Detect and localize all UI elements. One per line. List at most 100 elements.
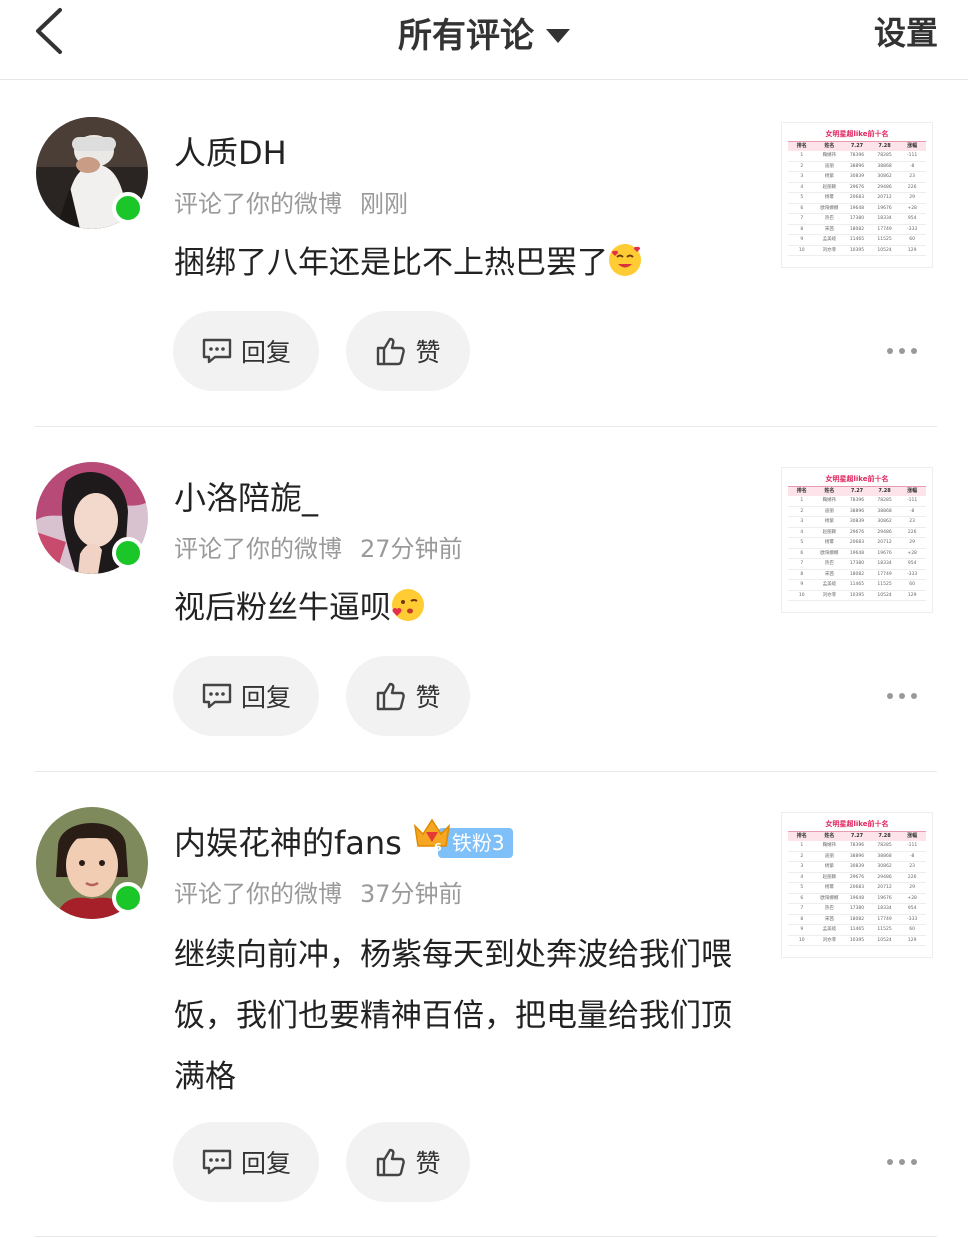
thumbnail-column-header: 7.27 [850,488,864,494]
thumbnail-table-cell: 226 [907,529,917,535]
thumbnail-table-cell: 10395 [849,592,865,598]
thumbnail-table-cell: 11525 [877,927,892,932]
weibo-thumbnail[interactable]: 女明星超like前十名 排名 姓名 7.27 7.28 涨幅 1 鞠婧祎 78396 78285-… [781,122,933,268]
reply-button[interactable]: 回复 [173,311,319,391]
thumbnail-table-cell: 10 [798,592,805,598]
thumbnail-table-header: 排名 姓名 7.27 7.28 涨幅 [788,487,926,496]
thumbnail-table-cell: 23 [909,519,916,524]
thumbnail-table-cell: -111 [907,153,918,158]
thumbnail-column-header: 涨幅 [907,488,918,494]
thumbnail-table-cell: 10 [798,247,805,253]
thumbnail-table-cell: 18334 [877,216,892,221]
thumbnail-table-cell: 20683 [849,885,865,890]
thumbnail-table-cell: +28 [907,550,917,556]
thumbnail-table-cell: 2 [800,508,804,514]
thumbnail-table-cell: 11525 [877,582,892,587]
thumbnail-table-cell: 5 [800,540,804,545]
page-title: 所有评论 [398,16,534,56]
thumbnail-column-header: 姓名 [824,488,835,494]
like-button[interactable]: 赞 [346,1122,470,1202]
reply-button-label: 回复 [240,683,291,712]
thumbnail-table-cell: 60 [909,582,916,587]
thumbnail-table-cell: 30839 [849,519,865,524]
top-nav-bar: 所有评论 设置 [0,0,968,80]
thumbnail-table-cell: 38896 [849,853,865,859]
thumbnail-table-row: 3 杨紫 30839 30862 23 [788,862,926,873]
thumbnail-table-cell: 23 [909,174,916,179]
thumbnail-table-row: 8 宋茜 18082 17749 -333 [788,915,926,925]
reply-button[interactable]: 回复 [173,656,319,736]
more-options-button[interactable] [880,341,924,361]
reply-button[interactable]: 回复 [173,1122,319,1202]
thumbnail-table-cell: 赵丽颖 [822,874,837,880]
thumbnail-table-row: 5 杨幂 20683 20712 29 [788,883,926,894]
thumbnail-table-cell: 18082 [849,226,865,232]
settings-button[interactable]: 设置 [874,8,938,54]
comment-meta: 评论了你的微博 27分钟前 [174,529,463,564]
thumbnail-table-cell: 孟美岐 [822,582,837,587]
thumbnail-table-row: 1 鞠婧祎 78396 78285 -111 [788,841,926,852]
reply-button-label: 回复 [240,1149,291,1178]
thumbnail-table-cell: 迪丽 [824,508,834,514]
thumbnail-table-cell: 129 [907,247,917,253]
thumbs-up-icon [377,337,406,366]
thumbnail-table-cell: 4 [800,184,804,190]
thumbnail-table-header: 排名 姓名 7.27 7.28 涨幅 [788,142,926,151]
thumbnail-column-header: 涨幅 [907,143,918,149]
thumbnail-table-row: 3 杨紫 30839 30862 23 [788,172,926,183]
thumbnail-table-cell: 宋茜 [824,226,834,232]
thumbnail-table-cell: 11465 [849,927,865,932]
thumbnail-table-cell: 30862 [877,864,892,869]
more-options-button[interactable] [880,686,924,706]
thumbnail-table-cell: 20712 [877,885,892,890]
thumbnail-table-cell: 29676 [849,184,865,190]
thumbnail-table-cell: 29676 [849,874,865,880]
thumbnail-table-cell: 5 [800,195,804,200]
reply-button-label: 回复 [240,338,291,367]
like-button[interactable]: 赞 [346,311,470,391]
more-options-button[interactable] [880,1152,924,1172]
like-button[interactable]: 赞 [346,656,470,736]
thumbnail-table-cell: 3 [800,174,804,179]
thumbnail-table-row: 10 刘亦菲 10395 10524 129 [788,246,926,256]
thumbnail-table-cell: -333 [907,916,918,922]
thumbnail-column-header: 7.27 [850,833,864,839]
thumbs-up-icon [377,1148,406,1177]
thumbnail-table-cell: 鞠婧祎 [822,498,837,503]
thumbnail-table-cell: 10395 [849,937,865,943]
dropdown-triangle-icon [546,29,570,43]
smiling-face-with-hearts-emoji-icon [608,237,642,276]
weibo-thumbnail[interactable]: 女明星超like前十名 排名 姓名 7.27 7.28 涨幅 1 鞠婧祎 78396 78285-… [781,467,933,613]
thumbnail-table-cell: 刘亦菲 [822,592,837,598]
thumbnail-table-cell: 18082 [849,916,865,922]
username[interactable]: 小洛陪旎_ [174,473,318,519]
thumbnail-table-cell: 鞠婧祎 [822,843,837,848]
thumbnail-table-cell: 20683 [849,195,865,200]
thumbnail-table-cell: 7 [800,906,804,911]
thumbnail-table-row: 10 刘亦菲 10395 10524 129 [788,936,926,946]
thumbnail-table-cell: 赵丽颖 [822,529,837,535]
thumbnail-table-row: 5 杨幂 20683 20712 29 [788,193,926,204]
thumbnail-table-cell: 6 [800,895,804,901]
username[interactable]: 内娱花神的fans 6 铁粉3 [174,818,513,864]
thumbnail-table-cell: 18082 [849,571,865,577]
thumbnail-table-cell: 7 [800,561,804,566]
thumbnail-table-cell: 11465 [849,237,865,242]
weibo-thumbnail[interactable]: 女明星超like前十名 排名 姓名 7.27 7.28 涨幅 1 鞠婧祎 78396 78285-… [781,812,933,958]
comment-action: 评论了你的微博 [174,190,342,218]
thumbnail-table-cell: -8 [909,163,915,169]
thumbnail-table-cell: 19676 [877,895,892,901]
thumbnail-table-cell: 杨幂 [824,540,834,545]
comment-text: 继续向前冲，杨紫每天到处奔波给我们喂饭，我们也要精神百倍，把电量给我们顶满格 [174,937,732,1095]
username[interactable]: 人质DH [174,128,287,174]
thumbnail-title: 女明星超like前十名 [825,130,889,138]
thumbnail-table-cell: 刘亦菲 [822,247,837,253]
thumbnail-table-cell: 23 [909,864,916,869]
thumbnail-table-cell: 杨幂 [824,195,834,200]
comment-text-content: 视后粉丝牛逼呗 [174,590,391,626]
thumbnail-table: 排名 姓名 7.27 7.28 涨幅 1 鞠婧祎 78396 78285 -111 2 迪丽 38896… [788,486,926,601]
thumbnail-table-cell: -8 [909,508,915,514]
thumbnail-table-cell: 1 [800,843,804,848]
comment-filter-dropdown[interactable]: 所有评论 [0,8,968,57]
thumbnail-table-cell: 60 [909,237,916,242]
